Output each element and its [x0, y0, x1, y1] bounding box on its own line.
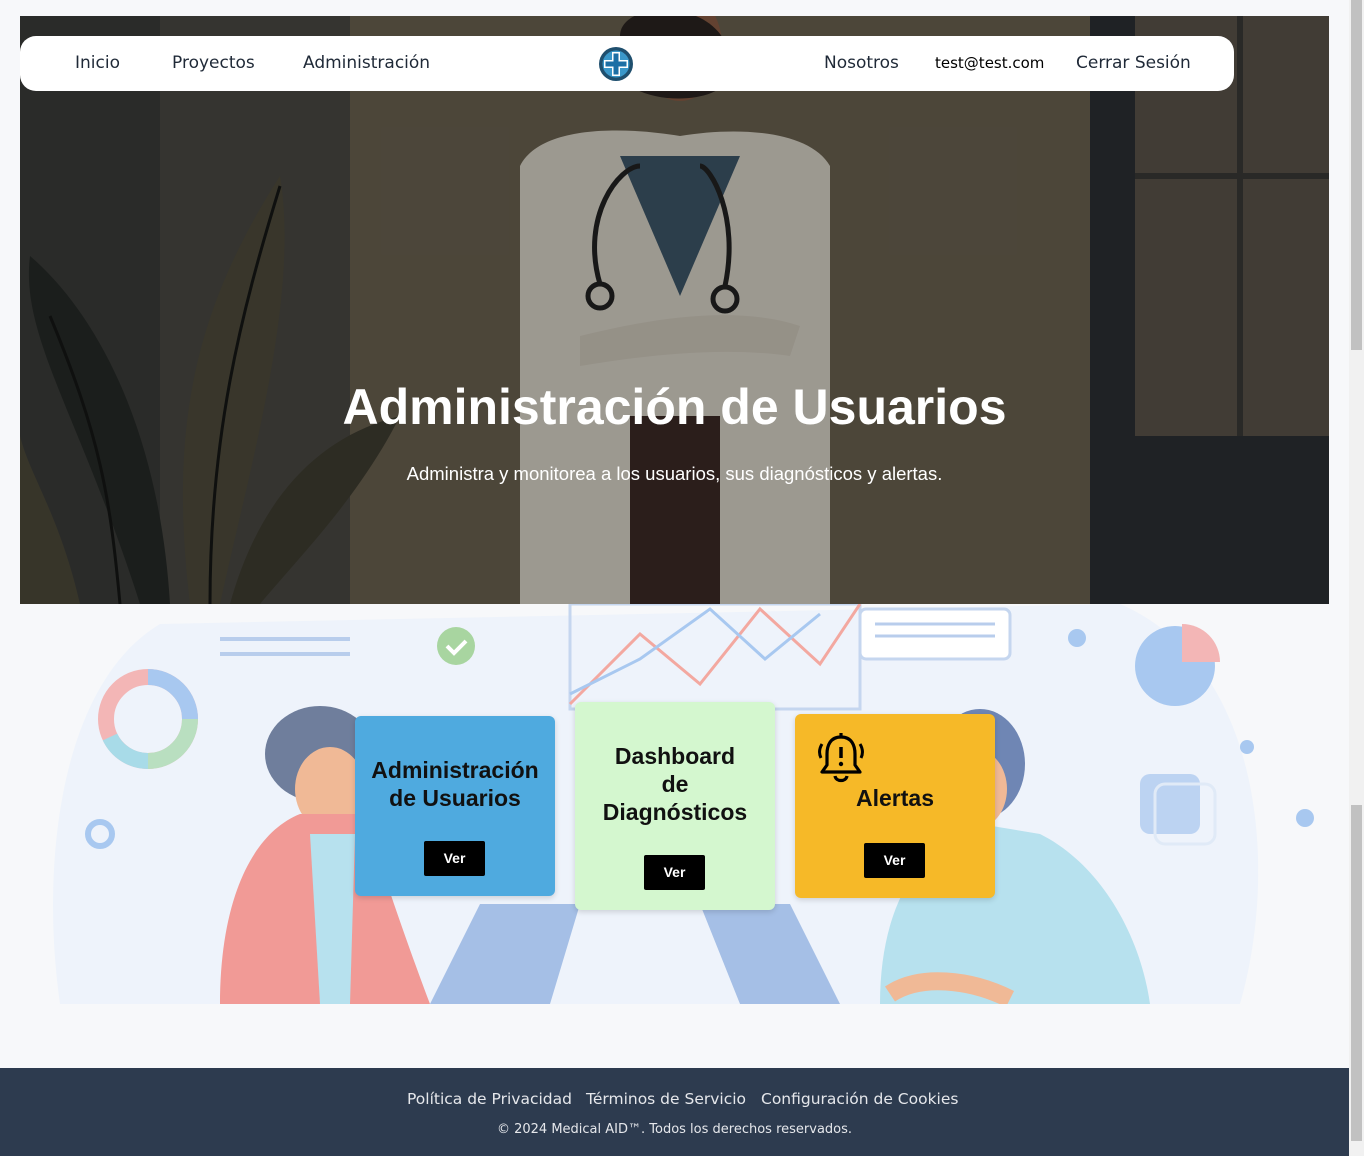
- view-diagnostics-button[interactable]: Ver: [644, 855, 705, 890]
- view-alerts-button[interactable]: Ver: [864, 843, 925, 878]
- card-title-line: Administración: [371, 757, 539, 783]
- footer: Política de Privacidad Términos de Servi…: [0, 1068, 1349, 1156]
- page-scrollbar[interactable]: [1349, 0, 1364, 1156]
- hero-overlay: [20, 16, 1329, 604]
- footer-link-cookies[interactable]: Configuración de Cookies: [761, 1090, 958, 1108]
- scrollbar-thumb-lower[interactable]: [1351, 805, 1362, 1141]
- user-email: test@test.com: [935, 54, 1045, 72]
- bell-alert-icon: [818, 733, 864, 783]
- card-title-line: Dashboard: [614, 743, 736, 769]
- nav-link-inicio[interactable]: Inicio: [75, 53, 120, 73]
- card-user-admin-title: Administración de Usuarios: [355, 756, 555, 812]
- logout-link[interactable]: Cerrar Sesión: [1076, 53, 1191, 73]
- card-diagnostics-dashboard: Dashboard de Diagnósticos Ver: [575, 702, 775, 910]
- navbar: Inicio Proyectos Administración Nosotros…: [20, 36, 1234, 91]
- footer-link-privacy[interactable]: Política de Privacidad: [407, 1090, 572, 1108]
- scrollbar-thumb[interactable]: [1351, 0, 1362, 350]
- footer-link-terms[interactable]: Términos de Servicio: [586, 1090, 746, 1108]
- card-title-line: de: [661, 771, 689, 797]
- card-diagnostics-title: Dashboard de Diagnósticos: [575, 742, 775, 826]
- card-alerts-title: Alertas: [856, 785, 934, 811]
- nav-link-proyectos[interactable]: Proyectos: [172, 53, 255, 73]
- view-user-admin-button[interactable]: Ver: [424, 841, 485, 876]
- nav-link-administracion[interactable]: Administración: [303, 53, 430, 73]
- hero-title: Administración de Usuarios: [342, 379, 1007, 435]
- hero-subtitle: Administra y monitorea a los usuarios, s…: [406, 463, 943, 484]
- footer-copyright: © 2024 Medical AID™. Todos los derechos …: [496, 1122, 853, 1137]
- card-alerts: Alertas Ver: [795, 714, 995, 898]
- card-title-line: de Usuarios: [389, 785, 521, 811]
- card-title-line: Diagnósticos: [602, 799, 748, 825]
- hero-banner: Administración de Usuarios Administra y …: [20, 16, 1329, 604]
- nav-link-nosotros[interactable]: Nosotros: [824, 53, 899, 73]
- medical-cross-logo-icon[interactable]: [598, 46, 634, 82]
- card-user-admin: Administración de Usuarios Ver: [355, 716, 555, 896]
